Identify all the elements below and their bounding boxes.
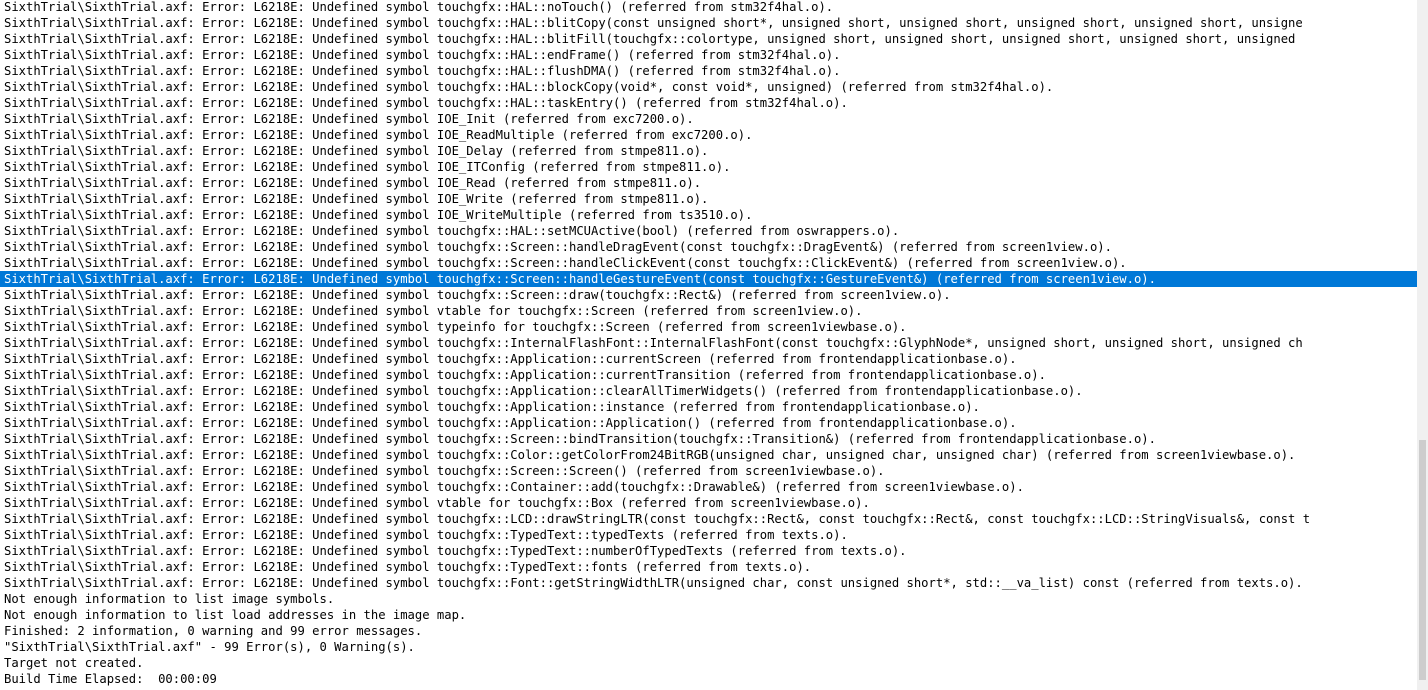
log-line[interactable]: SixthTrial\SixthTrial.axf: Error: L6218E…: [0, 351, 1417, 367]
log-line[interactable]: SixthTrial\SixthTrial.axf: Error: L6218E…: [0, 79, 1417, 95]
log-line[interactable]: SixthTrial\SixthTrial.axf: Error: L6218E…: [0, 95, 1417, 111]
log-line[interactable]: Not enough information to list load addr…: [0, 607, 1417, 623]
log-line[interactable]: SixthTrial\SixthTrial.axf: Error: L6218E…: [0, 207, 1417, 223]
vertical-scrollbar[interactable]: [1417, 0, 1428, 690]
build-output-window[interactable]: SixthTrial\SixthTrial.axf: Error: L6218E…: [0, 0, 1417, 690]
log-line[interactable]: SixthTrial\SixthTrial.axf: Error: L6218E…: [0, 479, 1417, 495]
log-line[interactable]: Finished: 2 information, 0 warning and 9…: [0, 623, 1417, 639]
log-line[interactable]: Build Time Elapsed: 00:00:09: [0, 671, 1417, 687]
log-line[interactable]: SixthTrial\SixthTrial.axf: Error: L6218E…: [0, 111, 1417, 127]
log-line[interactable]: SixthTrial\SixthTrial.axf: Error: L6218E…: [0, 47, 1417, 63]
log-line[interactable]: SixthTrial\SixthTrial.axf: Error: L6218E…: [0, 127, 1417, 143]
log-line[interactable]: SixthTrial\SixthTrial.axf: Error: L6218E…: [0, 559, 1417, 575]
build-log: SixthTrial\SixthTrial.axf: Error: L6218E…: [0, 0, 1417, 687]
log-line[interactable]: SixthTrial\SixthTrial.axf: Error: L6218E…: [0, 15, 1417, 31]
log-line[interactable]: "SixthTrial\SixthTrial.axf" - 99 Error(s…: [0, 639, 1417, 655]
log-line[interactable]: SixthTrial\SixthTrial.axf: Error: L6218E…: [0, 527, 1417, 543]
log-line[interactable]: SixthTrial\SixthTrial.axf: Error: L6218E…: [0, 575, 1417, 591]
log-line[interactable]: SixthTrial\SixthTrial.axf: Error: L6218E…: [0, 0, 1417, 15]
scrollbar-thumb[interactable]: [1419, 440, 1426, 680]
log-line[interactable]: SixthTrial\SixthTrial.axf: Error: L6218E…: [0, 31, 1417, 47]
log-line[interactable]: SixthTrial\SixthTrial.axf: Error: L6218E…: [0, 175, 1417, 191]
log-line[interactable]: SixthTrial\SixthTrial.axf: Error: L6218E…: [0, 287, 1417, 303]
log-line[interactable]: SixthTrial\SixthTrial.axf: Error: L6218E…: [0, 543, 1417, 559]
log-line[interactable]: SixthTrial\SixthTrial.axf: Error: L6218E…: [0, 63, 1417, 79]
log-line[interactable]: SixthTrial\SixthTrial.axf: Error: L6218E…: [0, 223, 1417, 239]
log-line[interactable]: SixthTrial\SixthTrial.axf: Error: L6218E…: [0, 431, 1417, 447]
log-line[interactable]: SixthTrial\SixthTrial.axf: Error: L6218E…: [0, 447, 1417, 463]
log-line[interactable]: SixthTrial\SixthTrial.axf: Error: L6218E…: [0, 415, 1417, 431]
log-line[interactable]: Target not created.: [0, 655, 1417, 671]
log-line-selected[interactable]: SixthTrial\SixthTrial.axf: Error: L6218E…: [0, 271, 1417, 287]
log-line[interactable]: SixthTrial\SixthTrial.axf: Error: L6218E…: [0, 143, 1417, 159]
log-line[interactable]: SixthTrial\SixthTrial.axf: Error: L6218E…: [0, 511, 1417, 527]
log-line[interactable]: SixthTrial\SixthTrial.axf: Error: L6218E…: [0, 239, 1417, 255]
log-line[interactable]: SixthTrial\SixthTrial.axf: Error: L6218E…: [0, 159, 1417, 175]
log-line[interactable]: SixthTrial\SixthTrial.axf: Error: L6218E…: [0, 303, 1417, 319]
log-line[interactable]: Not enough information to list image sym…: [0, 591, 1417, 607]
log-line[interactable]: SixthTrial\SixthTrial.axf: Error: L6218E…: [0, 495, 1417, 511]
log-line[interactable]: SixthTrial\SixthTrial.axf: Error: L6218E…: [0, 319, 1417, 335]
log-line[interactable]: SixthTrial\SixthTrial.axf: Error: L6218E…: [0, 463, 1417, 479]
log-line[interactable]: SixthTrial\SixthTrial.axf: Error: L6218E…: [0, 399, 1417, 415]
log-line[interactable]: SixthTrial\SixthTrial.axf: Error: L6218E…: [0, 383, 1417, 399]
log-line[interactable]: SixthTrial\SixthTrial.axf: Error: L6218E…: [0, 335, 1417, 351]
log-line[interactable]: SixthTrial\SixthTrial.axf: Error: L6218E…: [0, 191, 1417, 207]
log-line[interactable]: SixthTrial\SixthTrial.axf: Error: L6218E…: [0, 255, 1417, 271]
log-line[interactable]: SixthTrial\SixthTrial.axf: Error: L6218E…: [0, 367, 1417, 383]
